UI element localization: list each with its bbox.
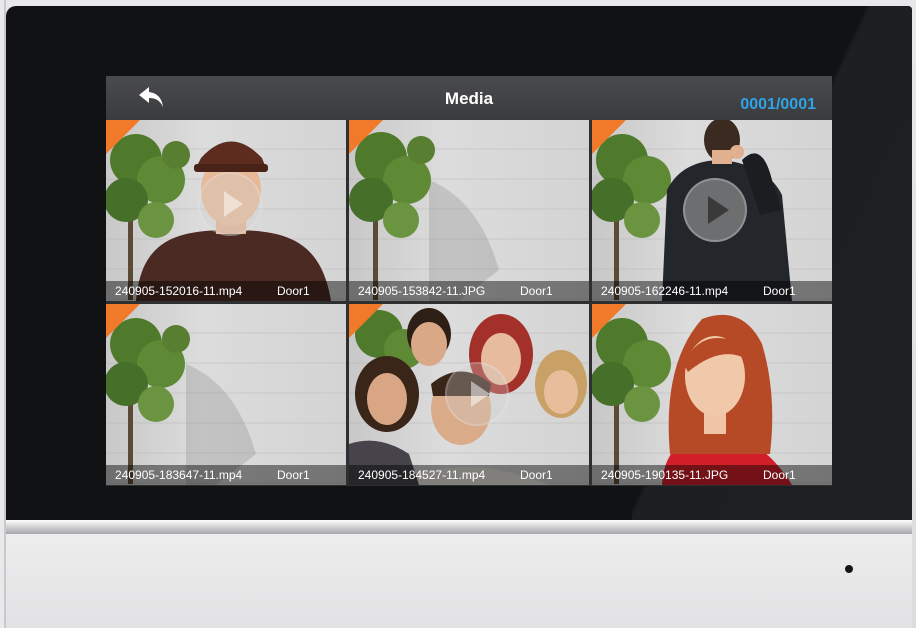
source-label: Door1: [520, 468, 553, 482]
thumbnail-caption: 240905-184527-11.mp4 Door1: [349, 465, 589, 485]
media-thumbnail[interactable]: 240905-190135-11.JPG Door1: [592, 304, 832, 485]
play-icon: [708, 196, 729, 224]
new-indicator-tag: [592, 304, 626, 338]
new-indicator-tag: [106, 304, 140, 338]
source-label: Door1: [277, 468, 310, 482]
device-base: [6, 534, 912, 628]
media-thumbnail[interactable]: 240905-153842-11.JPG Door1: [349, 120, 589, 301]
file-name: 240905-152016-11.mp4: [115, 284, 243, 298]
thumbnail-caption: 240905-162246-11.mp4 Door1: [592, 281, 832, 301]
file-name: 240905-183647-11.mp4: [115, 468, 243, 482]
new-indicator-tag: [349, 120, 383, 154]
play-button[interactable]: [445, 362, 509, 426]
media-thumbnail[interactable]: 240905-152016-11.mp4 Door1: [106, 120, 346, 301]
back-arrow-icon: [139, 87, 163, 107]
page-counter: 0001/0001: [740, 96, 816, 113]
file-name: 240905-190135-11.JPG: [601, 468, 729, 482]
thumbnail-caption: 240905-153842-11.JPG Door1: [349, 281, 589, 301]
thumbnail-caption: 240905-183647-11.mp4 Door1: [106, 465, 346, 485]
back-button[interactable]: [132, 82, 172, 114]
source-label: Door1: [763, 468, 796, 482]
source-label: Door1: [763, 284, 796, 298]
play-icon: [471, 381, 490, 407]
light-sensor: [845, 565, 853, 573]
file-name: 240905-184527-11.mp4: [358, 468, 486, 482]
thumbnail-caption: 240905-190135-11.JPG Door1: [592, 465, 832, 485]
file-name: 240905-162246-11.mp4: [601, 284, 729, 298]
person-image: [662, 314, 792, 485]
source-label: Door1: [277, 284, 310, 298]
new-indicator-tag: [592, 120, 626, 154]
media-thumbnail[interactable]: 240905-162246-11.mp4 Door1: [592, 120, 832, 301]
media-thumbnail[interactable]: 240905-184527-11.mp4 Door1: [349, 304, 589, 485]
media-grid: 240905-152016-11.mp4 Door1 240905-153842…: [106, 120, 832, 486]
new-indicator-tag: [349, 304, 383, 338]
page-title: Media: [444, 89, 494, 108]
thumbnail-caption: 240905-152016-11.mp4 Door1: [106, 281, 346, 301]
play-icon: [224, 191, 243, 217]
media-screen: Media 0001/0001 240905-152016-11.mp4 Doo…: [106, 76, 832, 486]
header-bar: Media 0001/0001: [106, 76, 832, 120]
source-label: Door1: [520, 284, 553, 298]
file-name: 240905-153842-11.JPG: [358, 284, 486, 298]
new-indicator-tag: [106, 120, 140, 154]
chrome-trim: [6, 520, 912, 534]
media-thumbnail[interactable]: 240905-183647-11.mp4 Door1: [106, 304, 346, 485]
play-button[interactable]: [683, 178, 747, 242]
play-button[interactable]: [198, 172, 262, 236]
